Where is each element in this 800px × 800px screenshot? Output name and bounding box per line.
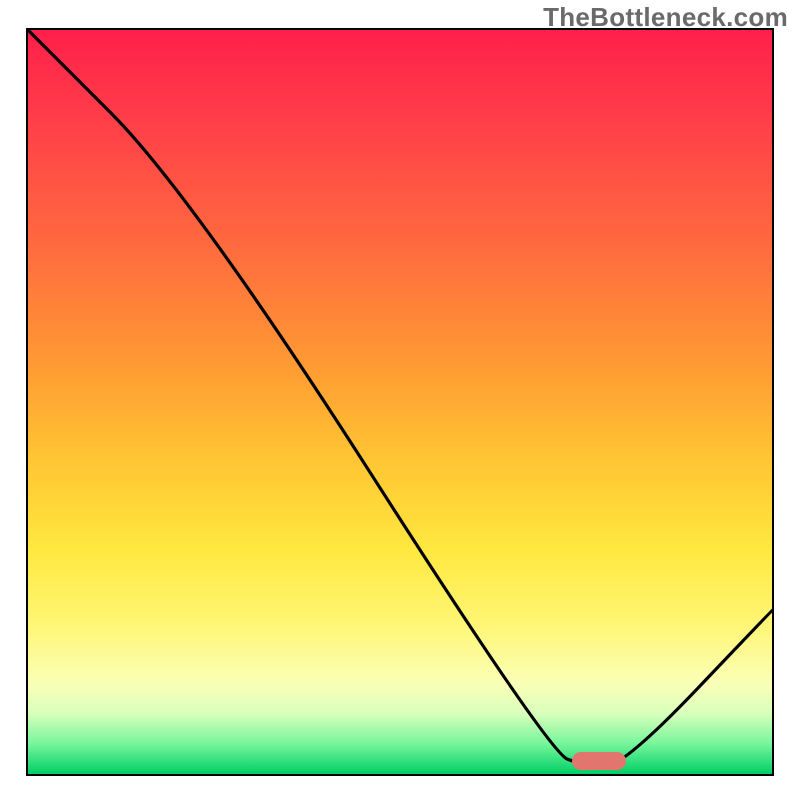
watermark-text: TheBottleneck.com <box>543 2 788 33</box>
optimal-marker <box>572 752 626 770</box>
plot-area <box>26 28 774 776</box>
bottleneck-curve <box>28 30 772 774</box>
curve-path <box>28 30 772 767</box>
bottleneck-chart: TheBottleneck.com <box>0 0 800 800</box>
